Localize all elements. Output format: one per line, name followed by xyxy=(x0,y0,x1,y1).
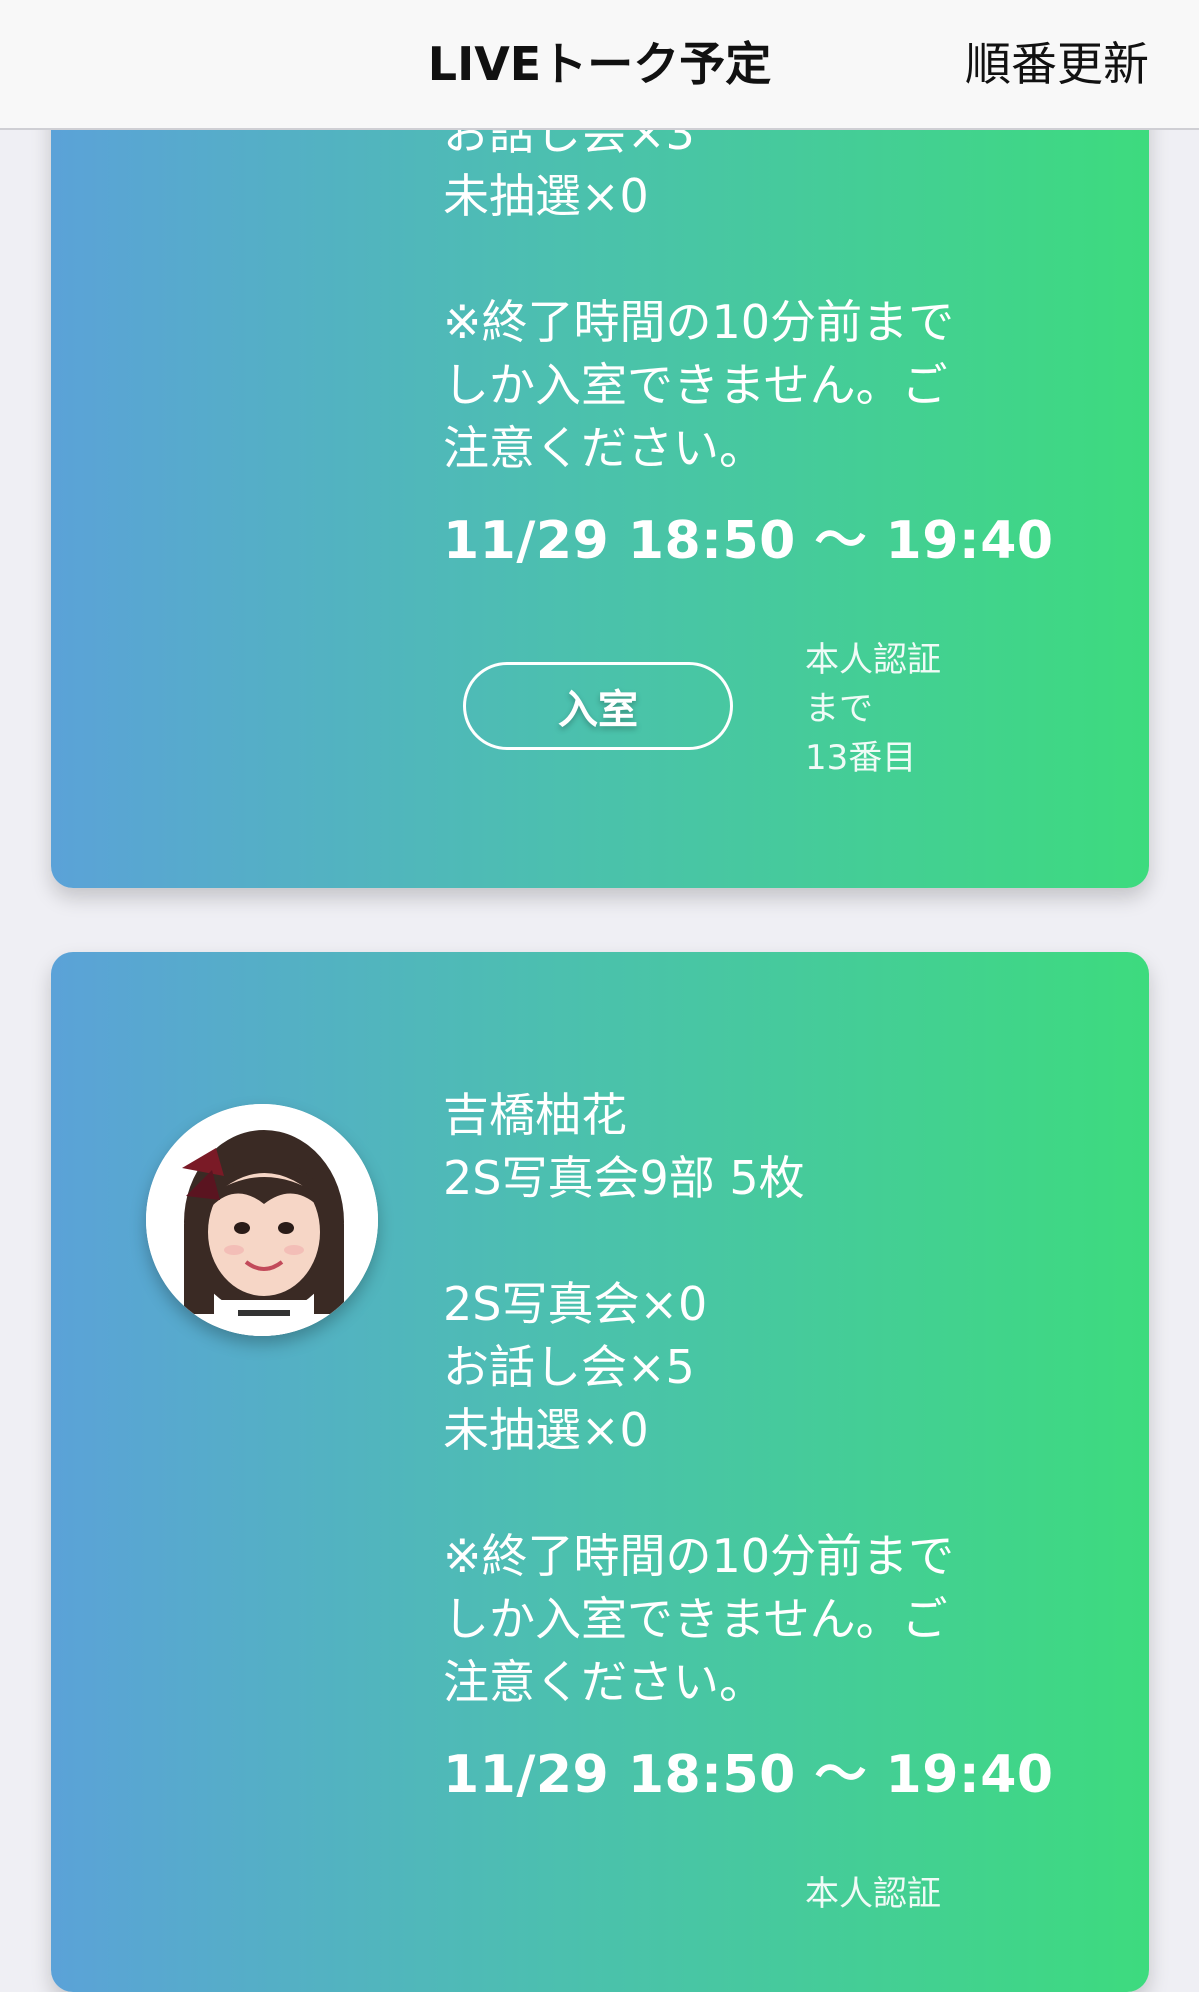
member-avatar xyxy=(146,1104,378,1336)
notice-text-line-3: 注意ください。 xyxy=(443,421,765,475)
undrawn-count-text: 未抽選×0 xyxy=(443,169,649,223)
queue-position: 13番目 xyxy=(805,738,917,778)
notice-text-line-3: 注意ください。 xyxy=(443,1655,765,1709)
queue-status: 本人認証 まで 13番目 xyxy=(805,636,941,783)
member-name: 吉橋柚花 xyxy=(443,1088,627,1142)
queue-status-line-1: 本人認証 xyxy=(805,1874,941,1914)
event-card: 吉橋柚花 2S写真会9部 5枚 2S写真会×0 お話し会×5 未抽選×0 ※終了… xyxy=(51,952,1149,1992)
queue-status: 本人認証 xyxy=(805,1870,941,1919)
event-time: 11/29 18:50 〜 19:40 xyxy=(443,1745,1054,1805)
refresh-order-button[interactable]: 順番更新 xyxy=(965,28,1149,94)
queue-status-line-1: 本人認証 xyxy=(805,640,941,680)
navigation-bar: LIVEトーク予定 順番更新 xyxy=(0,0,1199,130)
talk-count-text: お話し会×5 xyxy=(443,1340,695,1394)
member-photo xyxy=(146,1104,378,1336)
event-details: お話し会×3 未抽選×0 ※終了時間の10分前まで しか入室できません。ご 注意… xyxy=(443,102,1103,576)
notice-text-line-1: ※終了時間の10分前まで xyxy=(443,295,955,349)
event-details: 吉橋柚花 2S写真会9部 5枚 2S写真会×0 お話し会×5 未抽選×0 ※終了… xyxy=(443,1084,1103,1810)
undrawn-count-text: 未抽選×0 xyxy=(443,1403,649,1457)
event-time: 11/29 18:50 〜 19:40 xyxy=(443,511,1054,571)
event-card: お話し会×3 未抽選×0 ※終了時間の10分前まで しか入室できません。ご 注意… xyxy=(51,60,1149,888)
ticket-info: 2S写真会9部 5枚 xyxy=(443,1151,805,1205)
notice-text-line-2: しか入室できません。ご xyxy=(443,1592,948,1646)
queue-status-line-2: まで xyxy=(805,689,873,729)
photo-session-count-text: 2S写真会×0 xyxy=(443,1277,708,1331)
notice-text-line-2: しか入室できません。ご xyxy=(443,358,948,412)
enter-room-button[interactable]: 入室 xyxy=(463,662,733,750)
notice-text-line-1: ※終了時間の10分前まで xyxy=(443,1529,955,1583)
